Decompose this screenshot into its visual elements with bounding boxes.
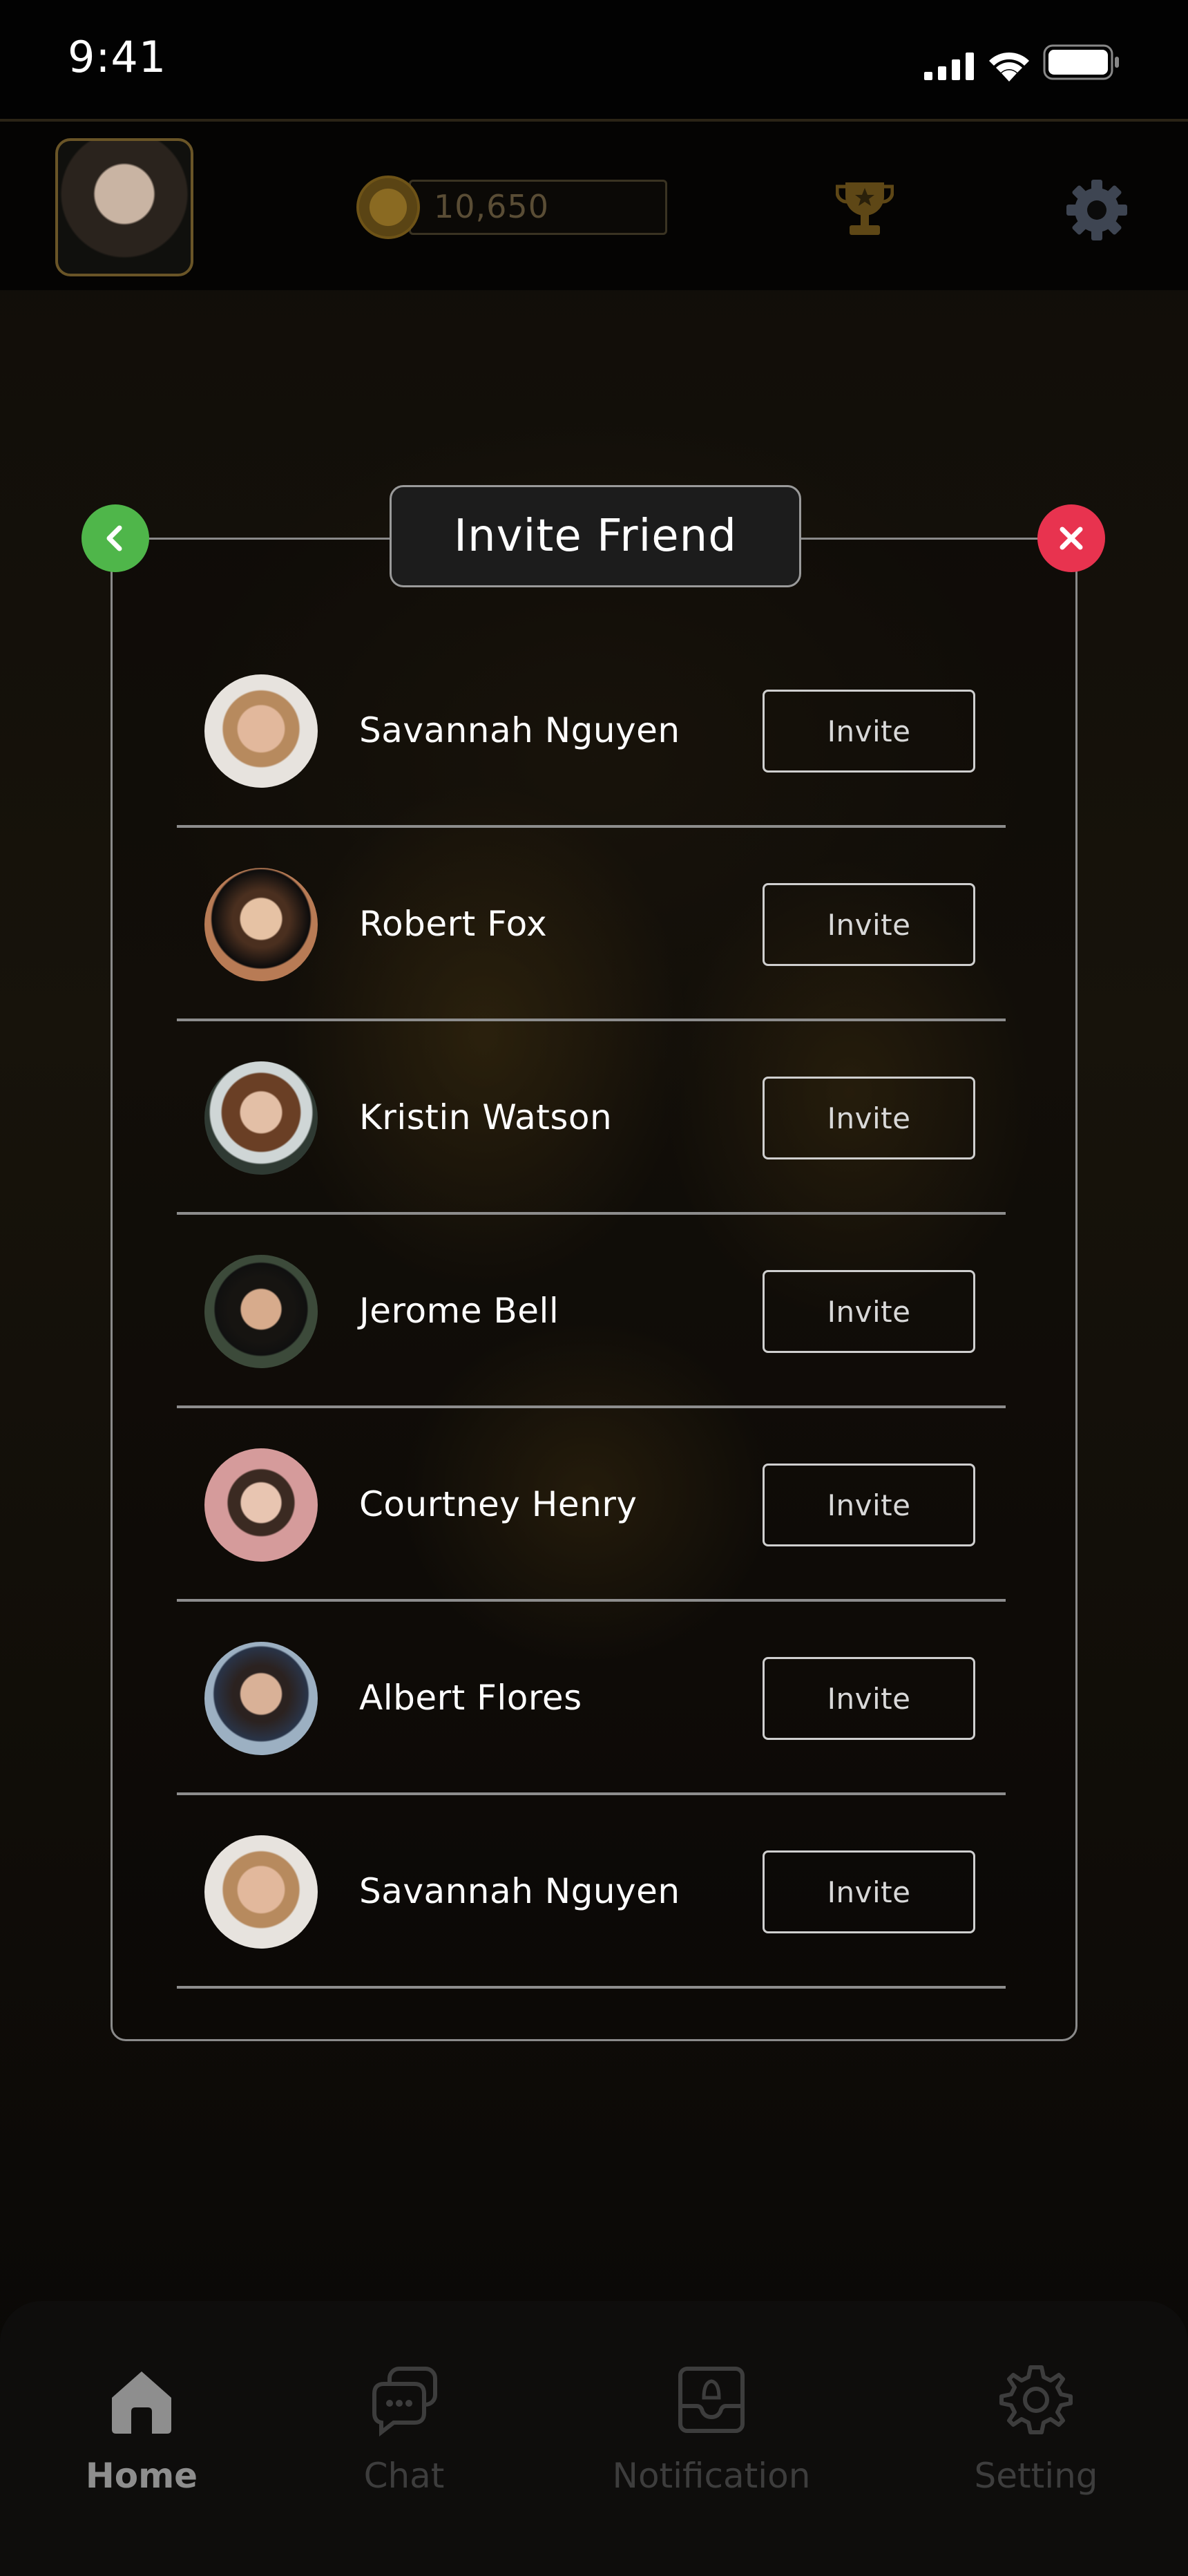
nav-label: Setting <box>974 2456 1098 2496</box>
nav-notification[interactable]: Notification <box>601 2362 822 2514</box>
close-button[interactable] <box>1037 504 1105 572</box>
coin-icon <box>356 176 420 239</box>
wifi-icon <box>989 52 1029 82</box>
friend-avatar <box>204 1835 318 1949</box>
invite-button[interactable]: Invite <box>763 1850 975 1933</box>
invite-button[interactable]: Invite <box>763 1077 975 1159</box>
status-time: 9:41 <box>68 32 167 82</box>
invite-button[interactable]: Invite <box>763 883 975 966</box>
nav-label: Home <box>85 2456 198 2496</box>
settings-gear-icon[interactable] <box>1062 176 1131 245</box>
invite-friend-screen: 9:41 10,650 Invite Friend Savannah Nguye… <box>0 0 1188 2576</box>
friend-name: Savannah Nguyen <box>359 1871 680 1911</box>
coin-balance: 10,650 <box>356 176 667 239</box>
invite-button[interactable]: Invite <box>763 1270 975 1353</box>
nav-chat[interactable]: Chat <box>352 2362 456 2514</box>
invite-button[interactable]: Invite <box>763 1464 975 1546</box>
friend-row: Savannah Nguyen Invite <box>177 1795 1006 1989</box>
friend-avatar <box>204 674 318 788</box>
friend-name: Albert Flores <box>359 1678 582 1718</box>
friend-row: Albert Flores Invite <box>177 1602 1006 1795</box>
coin-value: 10,650 <box>434 188 549 225</box>
friend-name: Kristin Watson <box>359 1097 613 1137</box>
battery-icon <box>1043 44 1119 80</box>
friend-name: Robert Fox <box>359 904 548 944</box>
status-bar: 9:41 <box>0 0 1188 119</box>
row-divider <box>177 1986 1006 1989</box>
user-avatar[interactable] <box>55 138 193 276</box>
settings-icon <box>999 2365 1073 2434</box>
cellular-signal-icon <box>924 53 974 80</box>
nav-home[interactable]: Home <box>86 2362 198 2514</box>
close-icon <box>1060 527 1083 550</box>
invite-button[interactable]: Invite <box>763 690 975 773</box>
nav-label: Notification <box>612 2456 811 2496</box>
panel-title-box: Invite Friend <box>390 485 801 587</box>
home-icon <box>112 2371 171 2434</box>
friend-avatar <box>204 1642 318 1755</box>
nav-label: Chat <box>363 2456 445 2496</box>
trophy-icon[interactable] <box>836 178 894 239</box>
notification-icon <box>678 2367 745 2433</box>
friend-avatar <box>204 1255 318 1368</box>
invite-button[interactable]: Invite <box>763 1657 975 1740</box>
friend-row: Robert Fox Invite <box>177 828 1006 1021</box>
chevron-left-icon <box>106 525 122 551</box>
friend-row: Savannah Nguyen Invite <box>177 634 1006 828</box>
friend-row: Jerome Bell Invite <box>177 1215 1006 1408</box>
friend-name: Savannah Nguyen <box>359 710 680 750</box>
chat-icon <box>372 2367 437 2437</box>
friend-avatar <box>204 1448 318 1562</box>
friend-name: Courtney Henry <box>359 1484 638 1524</box>
friend-row: Kristin Watson Invite <box>177 1021 1006 1215</box>
friend-avatar <box>204 1061 318 1175</box>
nav-setting[interactable]: Setting <box>960 2362 1112 2514</box>
friend-avatar <box>204 868 318 981</box>
back-button[interactable] <box>82 504 149 572</box>
friend-row: Courtney Henry Invite <box>177 1408 1006 1602</box>
friend-name: Jerome Bell <box>359 1291 559 1331</box>
panel-title: Invite Friend <box>454 511 737 562</box>
